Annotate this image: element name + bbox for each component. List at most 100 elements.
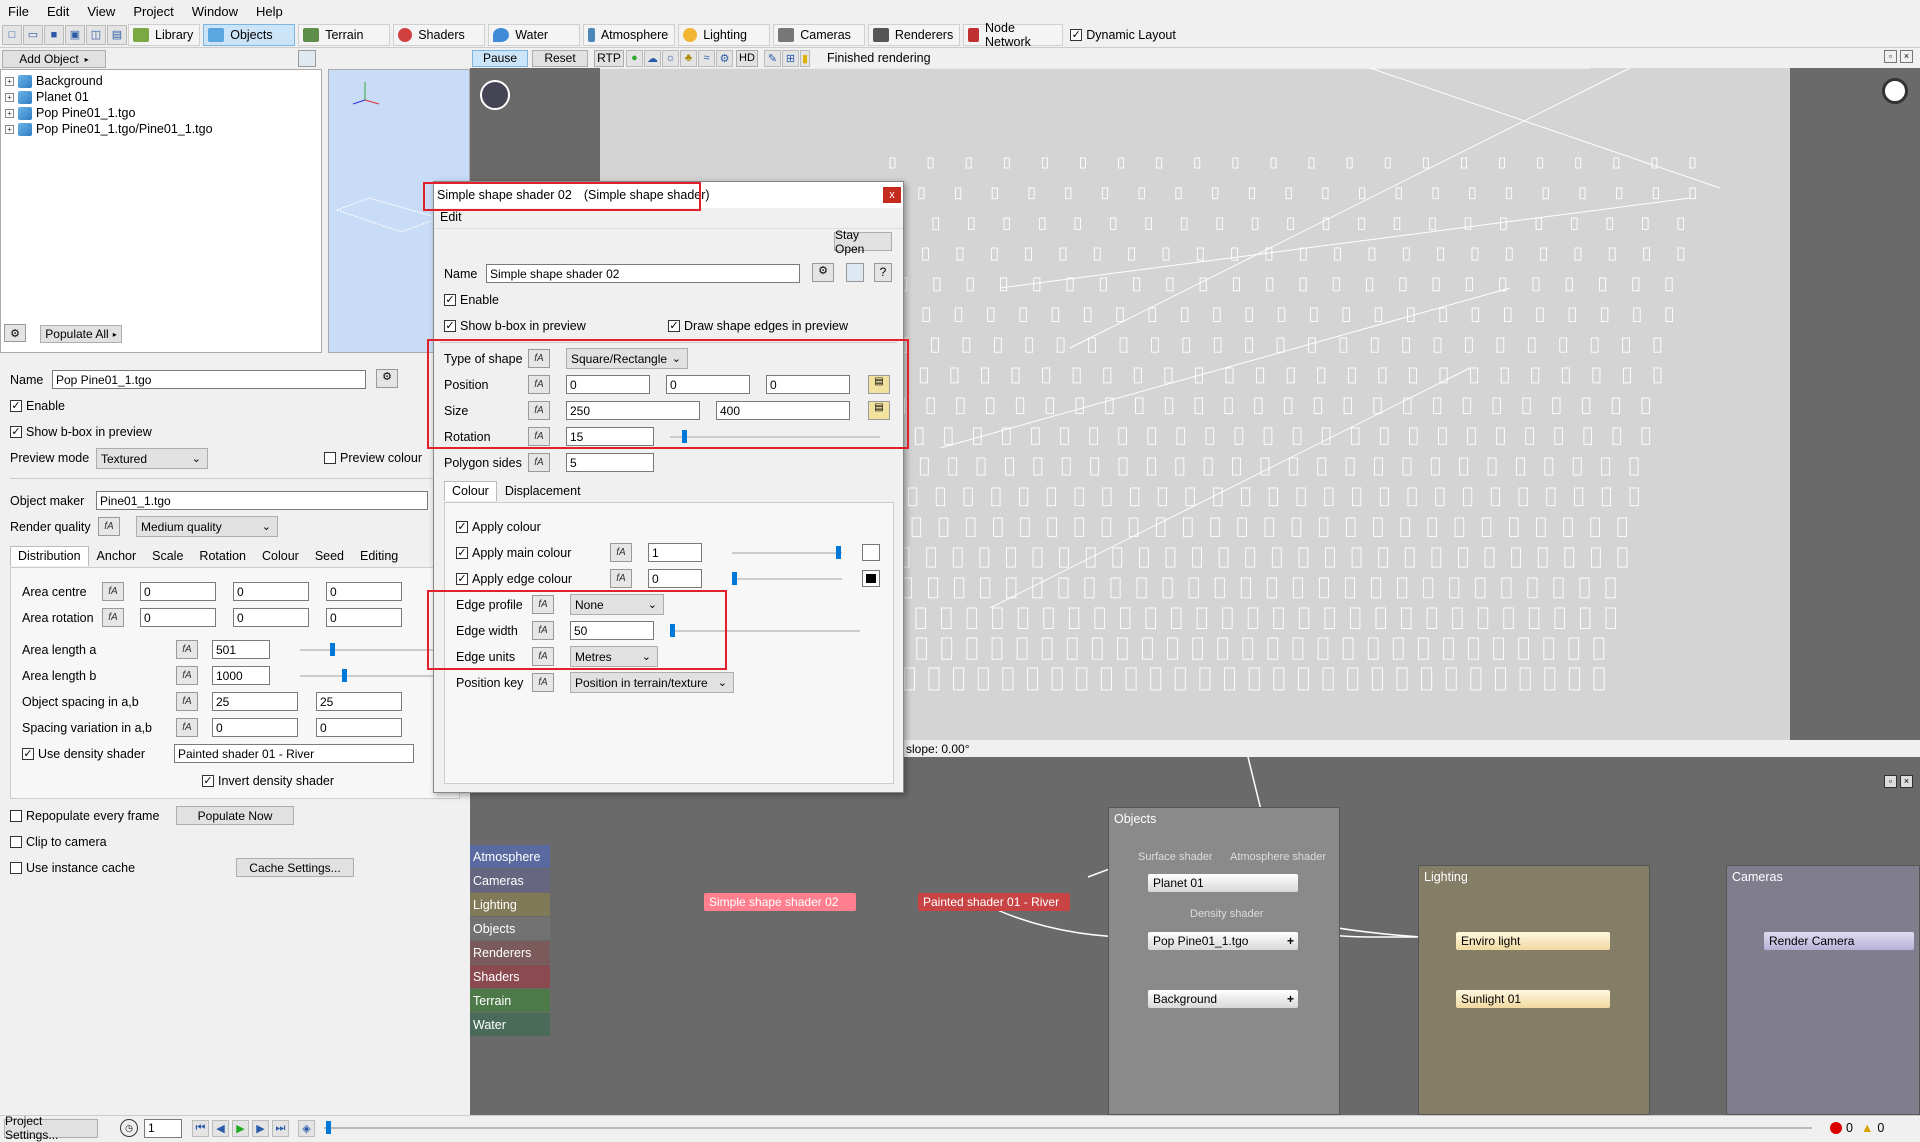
spacing-variation-b-input[interactable]: 0 xyxy=(316,718,402,737)
previous-frame-icon[interactable]: ◀ xyxy=(212,1119,229,1137)
tab-distribution[interactable]: Distribution xyxy=(10,546,89,566)
settings-wheel-icon[interactable] xyxy=(1882,78,1908,104)
3d-preview-icon[interactable]: ◫ xyxy=(86,24,106,45)
area-centre-y-input[interactable]: 0 xyxy=(233,582,309,601)
tree-item-background[interactable]: + Background xyxy=(1,73,321,89)
rotation-input[interactable]: 15 xyxy=(566,427,654,446)
water-icon[interactable]: ≈ xyxy=(698,49,715,67)
node-sunlight[interactable]: Sunlight 01 xyxy=(1456,990,1610,1008)
category-renderers[interactable]: Renderers xyxy=(470,941,550,964)
camera-nav-icon[interactable] xyxy=(480,80,510,110)
rtp-button[interactable]: RTP xyxy=(594,49,624,67)
tree-icon[interactable]: ♣ xyxy=(680,49,697,67)
apply-main-colour-toggle[interactable]: ✓ Apply main colour xyxy=(456,546,571,560)
draw-edges-checkbox[interactable]: ✓ xyxy=(668,320,680,332)
function-icon[interactable]: fA xyxy=(610,543,632,562)
enable-toggle[interactable]: ✓ Enable xyxy=(10,399,65,413)
show-bbox-toggle[interactable]: ✓ Show b-box in preview xyxy=(10,425,152,439)
expand-icon[interactable]: + xyxy=(5,76,14,86)
dialog-close-button[interactable]: x xyxy=(883,187,901,203)
play-icon[interactable]: ▶ xyxy=(232,1119,249,1137)
category-shaders[interactable]: Shaders xyxy=(470,965,550,988)
gear-icon[interactable]: ⚙ xyxy=(716,49,733,67)
dynamic-layout-checkbox[interactable]: ✓ xyxy=(1070,28,1083,41)
frame-input[interactable]: 1 xyxy=(144,1118,182,1138)
tab-cameras[interactable]: Cameras xyxy=(773,23,866,46)
invert-density-toggle[interactable]: ✓ Invert density shader xyxy=(202,774,334,788)
apply-edge-colour-checkbox[interactable]: ✓ xyxy=(456,573,468,585)
hd-button[interactable]: HD xyxy=(736,49,758,67)
menu-view[interactable]: View xyxy=(87,4,115,19)
tab-anchor[interactable]: Anchor xyxy=(89,546,145,566)
function-icon[interactable]: fA xyxy=(528,375,550,394)
function-icon[interactable]: fA xyxy=(98,517,120,536)
object-maker-input[interactable]: Pine01_1.tgo xyxy=(96,491,428,510)
tab-terrain[interactable]: Terrain xyxy=(298,23,391,46)
tab-atmosphere[interactable]: Atmosphere xyxy=(583,23,676,46)
object-preview-icon[interactable] xyxy=(298,50,316,67)
menu-edit[interactable]: Edit xyxy=(47,4,69,19)
node-background[interactable]: Background + xyxy=(1148,990,1298,1008)
tab-objects[interactable]: Objects xyxy=(203,23,296,46)
instance-cache-toggle[interactable]: Use instance cache xyxy=(10,861,135,875)
tab-scale[interactable]: Scale xyxy=(144,546,191,566)
globe-icon[interactable]: ● xyxy=(626,49,643,67)
function-icon[interactable]: fA xyxy=(528,349,550,368)
category-objects[interactable]: Objects xyxy=(470,917,550,940)
preview-colour-checkbox[interactable] xyxy=(324,452,336,464)
render-icon[interactable]: ▣ xyxy=(65,24,85,45)
gear-icon[interactable]: ⚙ xyxy=(4,324,26,342)
tab-seed[interactable]: Seed xyxy=(307,546,352,566)
position-z-input[interactable]: 0 xyxy=(766,375,850,394)
dialog-title-bar[interactable]: Simple shape shader 02 (Simple shape sha… xyxy=(434,182,903,208)
function-icon[interactable]: fA xyxy=(532,595,554,614)
render-quality-select[interactable]: Medium quality xyxy=(136,516,278,537)
function-icon[interactable]: fA xyxy=(176,718,198,737)
open-folder-icon[interactable]: ▭ xyxy=(23,24,43,45)
slider-thumb[interactable] xyxy=(836,546,841,559)
node-render-camera[interactable]: Render Camera xyxy=(1764,932,1914,950)
add-object-button[interactable]: Add Object ▸ xyxy=(2,50,106,68)
reset-button[interactable]: Reset xyxy=(532,49,588,67)
function-icon[interactable]: fA xyxy=(610,569,632,588)
tab-editing[interactable]: Editing xyxy=(352,546,406,566)
position-y-input[interactable]: 0 xyxy=(666,375,750,394)
polygon-sides-input[interactable]: 5 xyxy=(566,453,654,472)
apply-main-colour-checkbox[interactable]: ✓ xyxy=(456,547,468,559)
tab-displacement[interactable]: Displacement xyxy=(497,481,589,501)
menu-file[interactable]: File xyxy=(8,4,29,19)
function-icon[interactable]: fA xyxy=(102,582,124,601)
preview-colour-toggle[interactable]: Preview colour xyxy=(324,451,422,465)
keyframe-icon[interactable]: ◈ xyxy=(298,1119,315,1137)
timeline-slider[interactable] xyxy=(324,1121,1812,1134)
edge-profile-select[interactable]: None xyxy=(570,594,664,615)
node-pop-pine[interactable]: Pop Pine01_1.tgo + xyxy=(1148,932,1298,950)
position-key-select[interactable]: Position in terrain/texture xyxy=(570,672,734,693)
shape-type-select[interactable]: Square/Rectangle xyxy=(566,348,688,369)
edge-units-select[interactable]: Metres xyxy=(570,646,658,667)
slider-thumb[interactable] xyxy=(342,669,347,682)
object-spacing-b-input[interactable]: 25 xyxy=(316,692,402,711)
tab-node-network[interactable]: Node Network xyxy=(963,21,1064,49)
dynamic-layout-toggle[interactable]: ✓ Dynamic Layout xyxy=(1070,28,1176,42)
gear-icon[interactable]: ⚙ xyxy=(376,369,398,388)
save-icon[interactable]: ■ xyxy=(44,24,64,45)
preview-mode-select[interactable]: Textured xyxy=(96,448,208,469)
category-atmosphere[interactable]: Atmosphere xyxy=(470,845,550,868)
stay-open-button[interactable]: Stay Open xyxy=(834,228,892,256)
slider-thumb[interactable] xyxy=(330,643,335,656)
rotation-slider[interactable] xyxy=(670,430,880,443)
shader-name-input[interactable]: Simple shape shader 02 xyxy=(486,264,800,283)
function-icon[interactable]: fA xyxy=(176,640,198,659)
node-simple-shape-shader[interactable]: Simple shape shader 02 xyxy=(704,893,856,911)
use-density-shader-toggle[interactable]: ✓ Use density shader xyxy=(22,747,145,761)
tab-shaders[interactable]: Shaders xyxy=(393,23,486,46)
show-bbox-checkbox[interactable]: ✓ xyxy=(10,426,22,438)
repopulate-toggle[interactable]: Repopulate every frame xyxy=(10,809,159,823)
object-spacing-a-input[interactable]: 25 xyxy=(212,692,298,711)
show-bbox-toggle[interactable]: ✓ Show b-box in preview xyxy=(444,319,586,333)
tab-colour[interactable]: Colour xyxy=(444,481,497,501)
node-painted-shader[interactable]: Painted shader 01 - River xyxy=(918,893,1070,911)
edge-width-input[interactable]: 50 xyxy=(570,621,654,640)
populate-now-button[interactable]: Populate Now xyxy=(176,806,294,825)
